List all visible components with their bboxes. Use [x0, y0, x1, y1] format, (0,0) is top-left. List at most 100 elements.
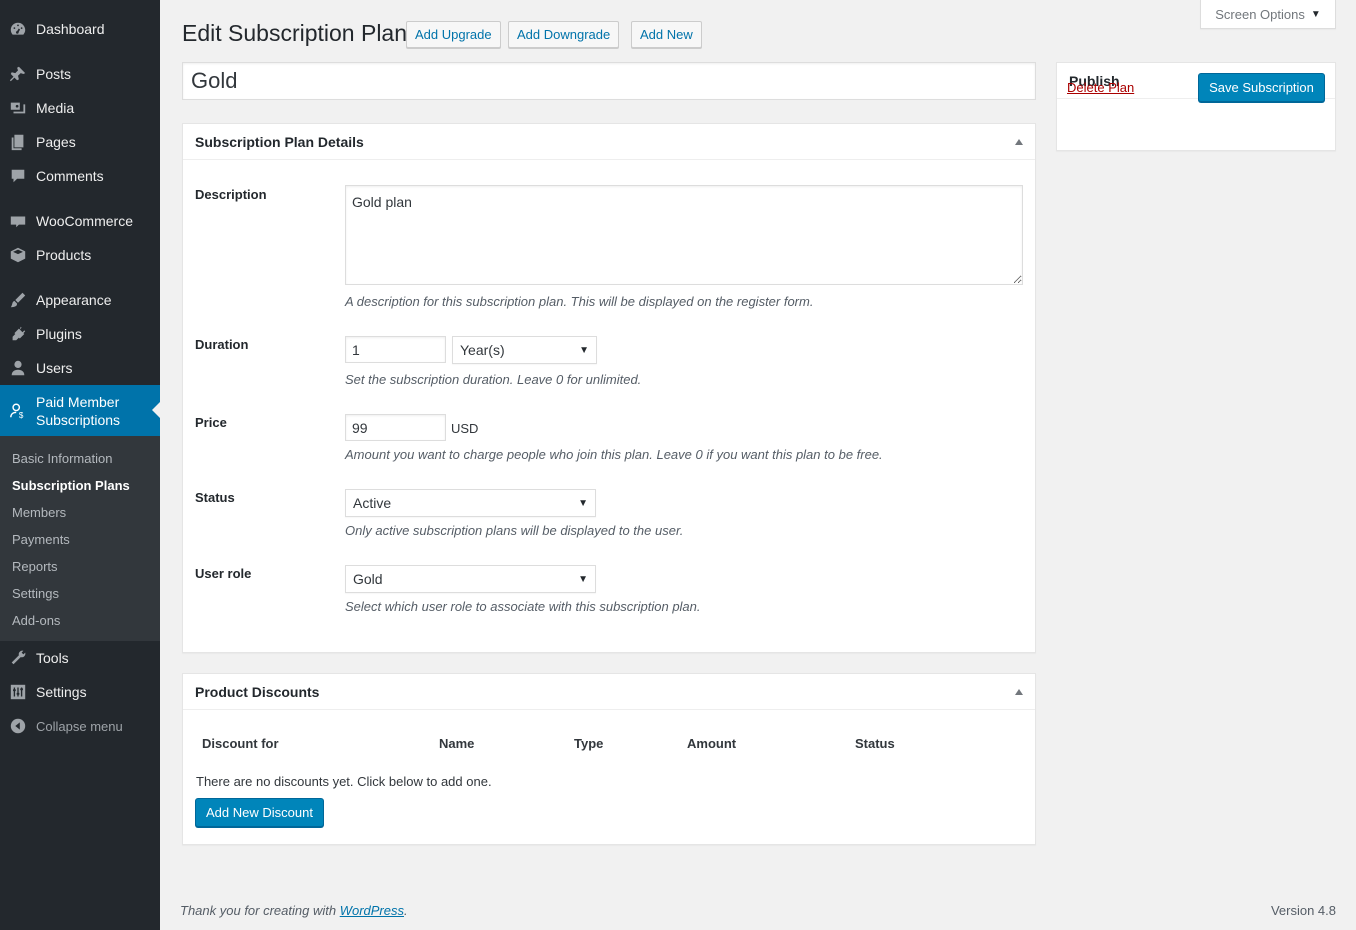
submenu-subscription-plans[interactable]: Subscription Plans — [12, 478, 130, 493]
price-input[interactable] — [345, 414, 446, 441]
submenu: Basic Information Subscription Plans Mem… — [0, 436, 160, 641]
duration-label: Duration — [195, 337, 249, 352]
duration-unit-select[interactable]: Year(s) ▼ — [452, 336, 597, 364]
page-title: Edit Subscription Plan — [182, 20, 408, 46]
caret-down-icon: ▼ — [1310, 8, 1321, 20]
wordpress-link[interactable]: WordPress — [340, 903, 404, 918]
menu-tools-label: Tools — [36, 650, 69, 666]
menu-media-label: Media — [36, 100, 75, 116]
screen-options-label: Screen Options — [1215, 6, 1305, 22]
collapse-toggle-icon[interactable] — [1015, 688, 1023, 695]
duration-input[interactable] — [345, 336, 446, 363]
user-icon — [0, 359, 36, 377]
pages-icon — [0, 133, 36, 151]
caret-down-icon: ▼ — [578, 573, 588, 585]
menu-products[interactable]: Products — [0, 238, 160, 272]
dashboard-icon — [0, 20, 36, 38]
status-select[interactable]: Active ▼ — [345, 489, 596, 517]
subscription-plan-details-box: Subscription Plan Details Description Go… — [182, 123, 1036, 653]
details-box-title: Subscription Plan Details — [195, 133, 364, 150]
column-type: Type — [574, 736, 604, 751]
wrench-icon — [0, 649, 36, 667]
box-icon — [0, 246, 36, 264]
brush-icon — [0, 291, 36, 309]
menu-settings[interactable]: Settings — [0, 675, 160, 709]
submenu-members[interactable]: Members — [12, 505, 66, 520]
menu-posts[interactable]: Posts — [0, 57, 160, 91]
add-new-discount-button[interactable]: Add New Discount — [195, 798, 324, 827]
menu-users-label: Users — [36, 360, 73, 376]
sliders-icon — [0, 683, 36, 701]
duration-help: Set the subscription duration. Leave 0 f… — [345, 372, 642, 387]
footer-thanks-prefix: Thank you for creating with — [180, 903, 340, 918]
add-new-button[interactable]: Add New — [631, 21, 702, 48]
menu-collapse-label: Collapse menu — [36, 718, 123, 734]
footer-thanks: Thank you for creating with WordPress. — [180, 903, 408, 918]
menu-dashboard-label: Dashboard — [36, 21, 105, 37]
menu-users[interactable]: Users — [0, 351, 160, 385]
submenu-payments[interactable]: Payments — [12, 532, 70, 547]
column-name: Name — [439, 736, 475, 751]
menu-woocommerce[interactable]: WooCommerce — [0, 204, 160, 238]
delete-plan-link[interactable]: Delete Plan — [1067, 80, 1134, 95]
caret-down-icon: ▼ — [579, 344, 589, 356]
no-discounts-text: There are no discounts yet. Click below … — [196, 774, 492, 789]
menu-dashboard[interactable]: Dashboard — [0, 12, 160, 46]
menu-plugins[interactable]: Plugins — [0, 317, 160, 351]
collapse-icon — [0, 717, 36, 735]
menu-media[interactable]: Media — [0, 91, 160, 125]
status-value: Active — [353, 495, 392, 511]
user-role-label: User role — [195, 566, 252, 581]
menu-pages[interactable]: Pages — [0, 125, 160, 159]
menu-appearance-label: Appearance — [36, 292, 112, 308]
menu-paid-member-subscriptions-label: Paid Member Subscriptions — [36, 393, 121, 428]
screen-options-toggle[interactable]: Screen Options ▼ — [1200, 0, 1336, 29]
footer-thanks-suffix: . — [404, 903, 408, 918]
media-icon — [0, 99, 36, 117]
menu-woocommerce-label: WooCommerce — [36, 213, 133, 229]
publish-box: Publish Delete Plan Save Subscription — [1056, 62, 1336, 151]
status-help: Only active subscription plans will be d… — [345, 523, 684, 538]
svg-text:$: $ — [19, 411, 24, 420]
menu-appearance[interactable]: Appearance — [0, 283, 160, 317]
caret-down-icon: ▼ — [578, 497, 588, 509]
menu-products-label: Products — [36, 247, 92, 263]
menu-tools[interactable]: Tools — [0, 641, 160, 675]
submenu-basic-information[interactable]: Basic Information — [12, 451, 112, 466]
plug-icon — [0, 325, 36, 343]
woocommerce-icon — [0, 212, 36, 230]
submenu-reports[interactable]: Reports — [12, 559, 58, 574]
status-label: Status — [195, 490, 235, 505]
menu-plugins-label: Plugins — [36, 326, 82, 342]
user-role-select[interactable]: Gold ▼ — [345, 565, 596, 593]
column-discount-for: Discount for — [202, 736, 279, 751]
menu-comments[interactable]: Comments — [0, 159, 160, 193]
footer-version: Version 4.8 — [1270, 903, 1336, 918]
add-upgrade-button[interactable]: Add Upgrade — [406, 21, 501, 48]
add-downgrade-button[interactable]: Add Downgrade — [508, 21, 620, 48]
save-subscription-button[interactable]: Save Subscription — [1198, 73, 1325, 102]
menu-paid-member-subscriptions[interactable]: $ Paid Member Subscriptions — [0, 385, 160, 436]
discounts-box-header: Product Discounts — [183, 674, 1035, 710]
menu-pages-label: Pages — [36, 134, 76, 150]
user-role-help: Select which user role to associate with… — [345, 599, 701, 614]
admin-sidebar: Dashboard Posts Media Pages Comments Woo… — [0, 0, 160, 930]
submenu-add-ons[interactable]: Add-ons — [12, 613, 60, 628]
details-box-header: Subscription Plan Details — [183, 124, 1035, 160]
description-label: Description — [195, 187, 267, 202]
menu-comments-label: Comments — [36, 168, 104, 184]
menu-settings-label: Settings — [36, 684, 87, 700]
submenu-settings[interactable]: Settings — [12, 586, 59, 601]
discounts-box-title: Product Discounts — [195, 683, 320, 700]
description-textarea[interactable]: Gold plan — [345, 185, 1023, 285]
menu-collapse[interactable]: Collapse menu — [0, 709, 160, 743]
column-status: Status — [855, 736, 895, 751]
plan-title-input[interactable] — [182, 62, 1036, 100]
member-icon: $ — [0, 402, 36, 420]
user-role-value: Gold — [353, 571, 383, 587]
menu-posts-label: Posts — [36, 66, 72, 82]
price-label: Price — [195, 415, 227, 430]
pin-icon — [0, 65, 36, 83]
price-currency: USD — [451, 421, 479, 436]
collapse-toggle-icon[interactable] — [1015, 138, 1023, 145]
